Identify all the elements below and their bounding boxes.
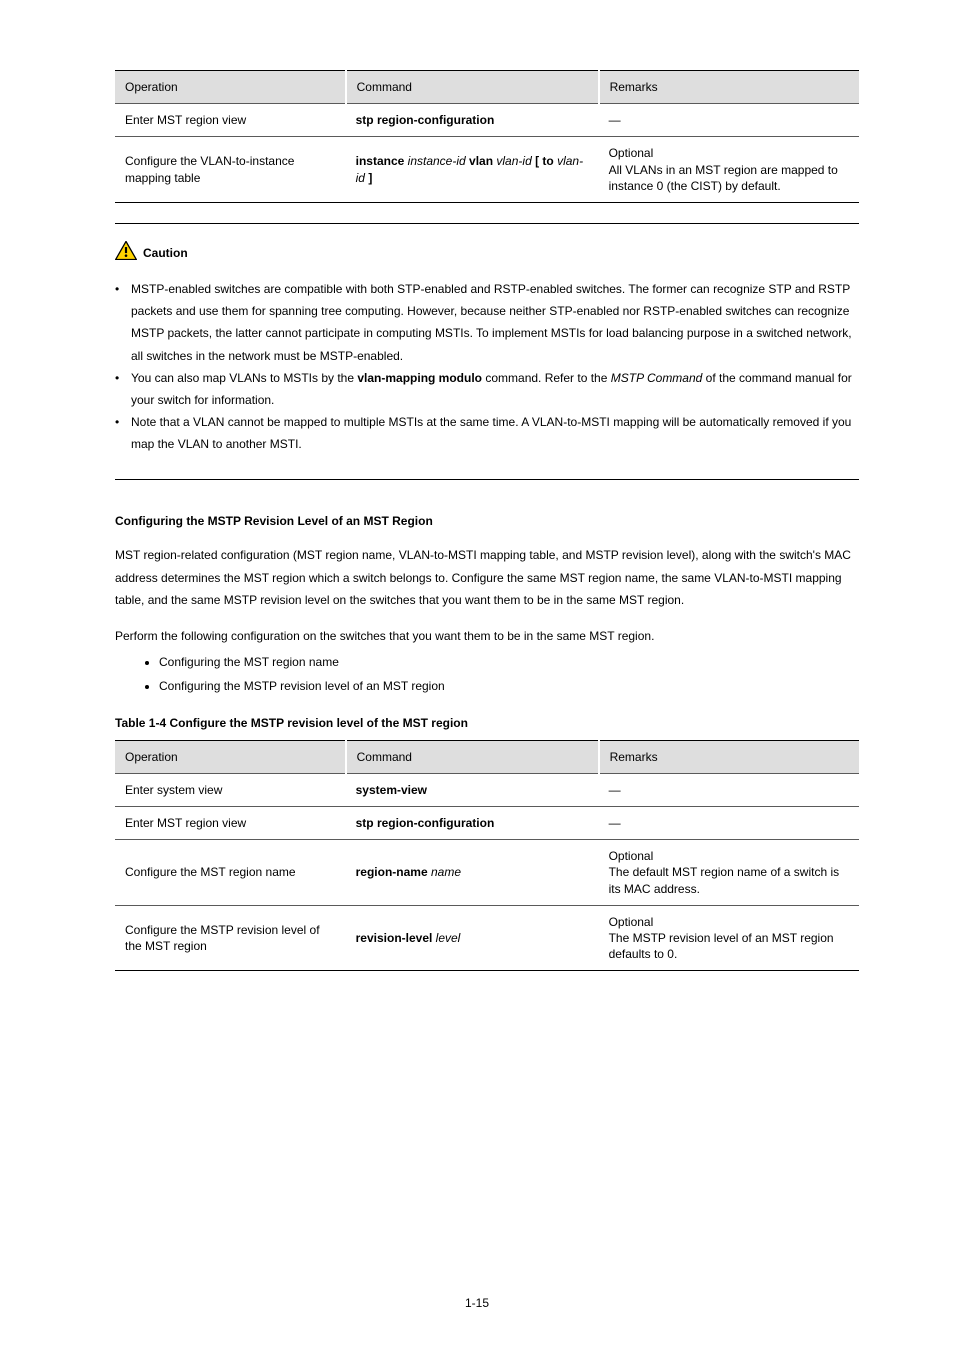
caution-icon	[115, 241, 137, 260]
col-remarks: Remarks	[599, 71, 859, 104]
table-header-row: Operation Command Remarks	[115, 71, 859, 104]
section-title: Configuring the MSTP Revision Level of a…	[115, 514, 859, 528]
list-item: Configuring the MSTP revision level of a…	[159, 675, 859, 697]
cell-remarks: Optional All VLANs in an MST region are …	[599, 137, 859, 203]
table-row: Configure the MST region name region-nam…	[115, 840, 859, 906]
cell-command: stp region-configuration	[346, 806, 599, 839]
cell-command: stp region-configuration	[346, 104, 599, 137]
cell-operation: Configure the MST region name	[115, 840, 346, 906]
table-row: Enter system view system-view —	[115, 773, 859, 806]
caution-header: Caution	[115, 238, 859, 260]
cell-operation: Enter MST region view	[115, 104, 346, 137]
cell-remarks: Optional The default MST region name of …	[599, 840, 859, 906]
cell-remarks: Optional The MSTP revision level of an M…	[599, 905, 859, 971]
cell-remarks: —	[599, 104, 859, 137]
cell-command: instance instance-id vlan vlan-id [ to v…	[346, 137, 599, 203]
command-table-2: Operation Command Remarks Enter system v…	[115, 740, 859, 972]
cell-operation: Enter system view	[115, 773, 346, 806]
col-operation: Operation	[115, 71, 346, 104]
col-operation: Operation	[115, 740, 346, 773]
col-remarks: Remarks	[599, 740, 859, 773]
col-command: Command	[346, 71, 599, 104]
caution-label: Caution	[143, 246, 188, 260]
caution-box: Caution MSTP-enabled switches are compat…	[115, 223, 859, 481]
cell-remarks: —	[599, 806, 859, 839]
caution-bullet: MSTP-enabled switches are compatible wit…	[115, 278, 859, 367]
table-caption: Table 1-4 Configure the MSTP revision le…	[115, 716, 859, 730]
table-row: Enter MST region view stp region-configu…	[115, 806, 859, 839]
table-header-row: Operation Command Remarks	[115, 740, 859, 773]
cell-operation: Configure the VLAN-to-instance mapping t…	[115, 137, 346, 203]
list-lead: Perform the following configuration on t…	[115, 625, 859, 647]
caution-bullet: Note that a VLAN cannot be mapped to mul…	[115, 411, 859, 455]
command-table-1: Operation Command Remarks Enter MST regi…	[115, 70, 859, 203]
cell-operation: Enter MST region view	[115, 806, 346, 839]
table-row: Configure the MSTP revision level of the…	[115, 905, 859, 971]
caution-bullet: You can also map VLANs to MSTIs by the v…	[115, 367, 859, 411]
table-row: Configure the VLAN-to-instance mapping t…	[115, 137, 859, 203]
page-number: 1-15	[0, 1296, 954, 1310]
cell-command: region-name name	[346, 840, 599, 906]
bullet-list: Configuring the MST region name Configur…	[115, 651, 859, 697]
table-row: Enter MST region view stp region-configu…	[115, 104, 859, 137]
cell-command: system-view	[346, 773, 599, 806]
col-command: Command	[346, 740, 599, 773]
list-item: Configuring the MST region name	[159, 651, 859, 673]
cell-operation: Configure the MSTP revision level of the…	[115, 905, 346, 971]
section-paragraph: MST region-related configuration (MST re…	[115, 544, 859, 611]
cell-remarks: —	[599, 773, 859, 806]
caution-body: MSTP-enabled switches are compatible wit…	[115, 278, 859, 456]
cell-command: revision-level level	[346, 905, 599, 971]
